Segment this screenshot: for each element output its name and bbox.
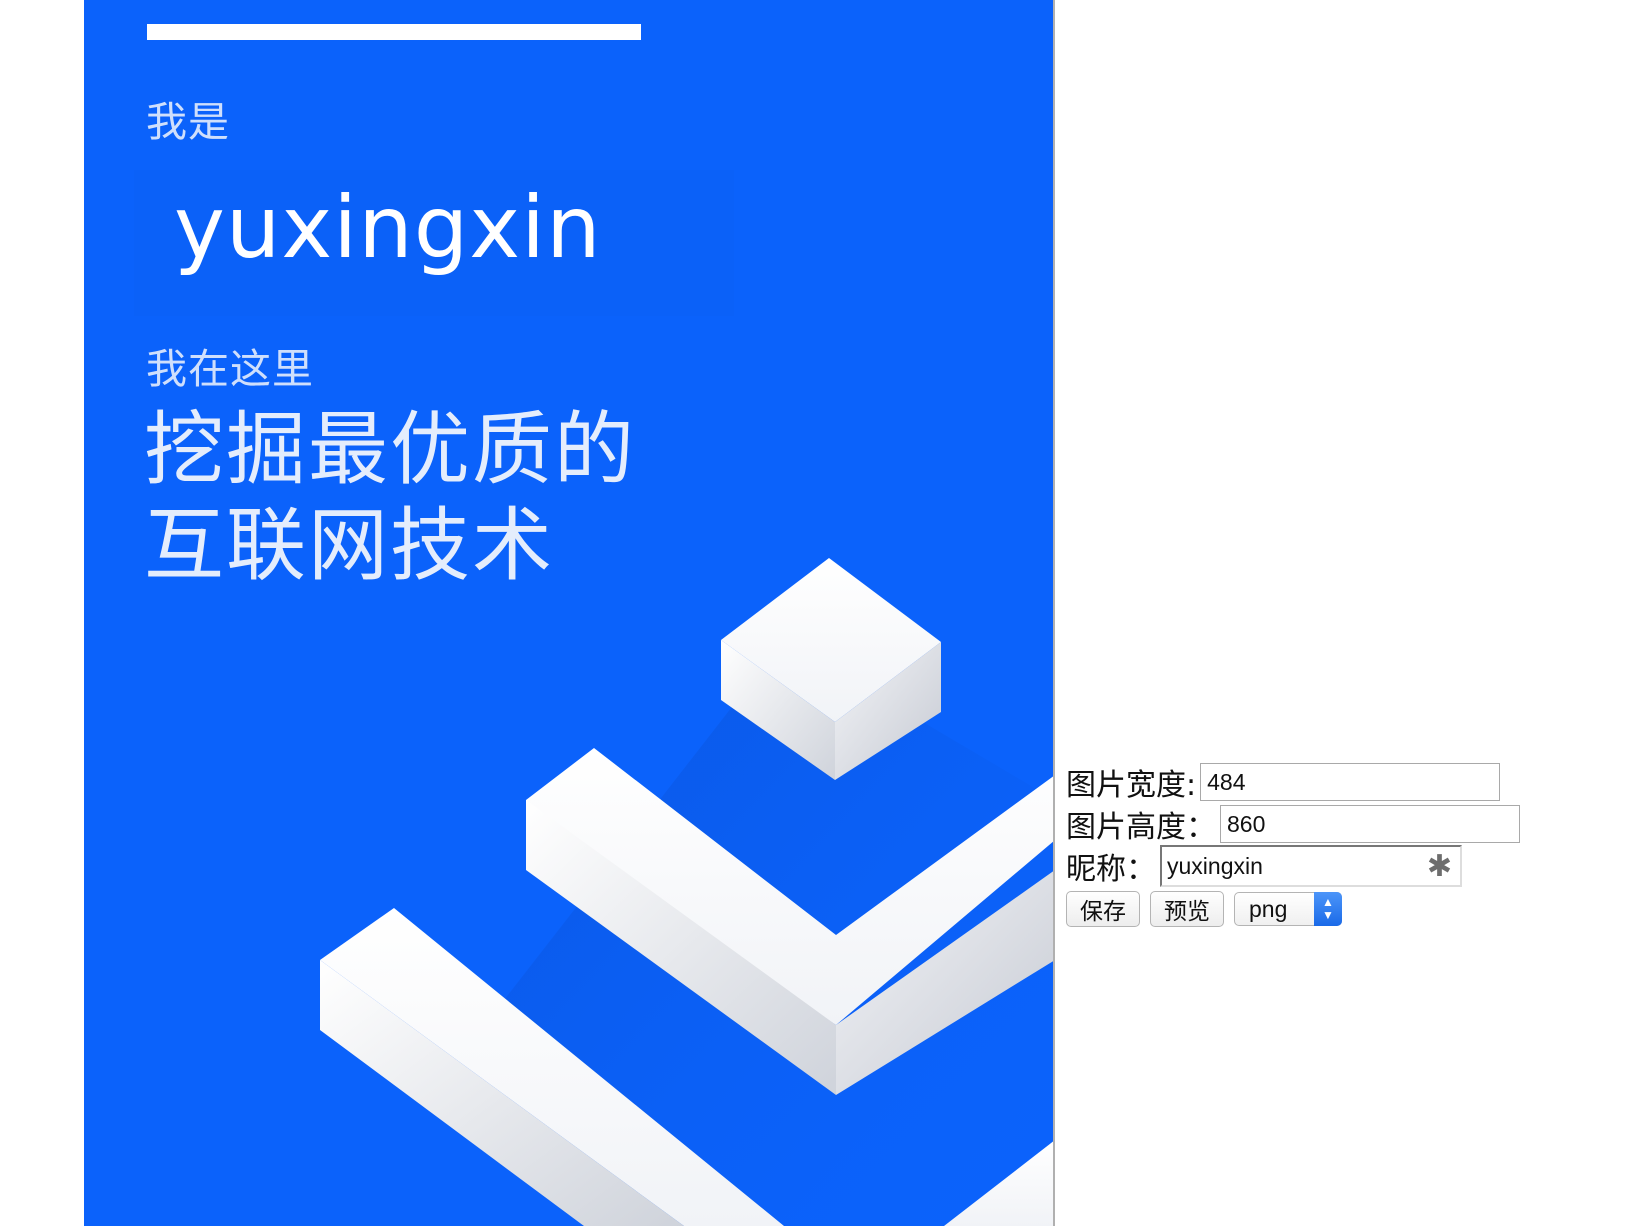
- poster-top-bar: [147, 24, 641, 40]
- page: 我是 yuxingxin 我在这里 挖掘最优质的 互联网技术 图片宽度: 图片高…: [0, 0, 1648, 1226]
- height-label: 图片高度：: [1066, 810, 1216, 845]
- preview-button[interactable]: 预览: [1150, 891, 1224, 927]
- poster-intro-label: 我是: [146, 98, 230, 146]
- asterisk-icon: ✱: [1426, 849, 1452, 884]
- width-row: 图片宽度:: [1066, 761, 1626, 803]
- nickname-row: 昵称： ✱: [1066, 845, 1626, 887]
- poster-location-label: 我在这里: [146, 345, 314, 393]
- width-input[interactable]: [1200, 763, 1501, 801]
- format-select[interactable]: png ▲ ▼: [1234, 892, 1342, 926]
- nickname-field[interactable]: ✱: [1160, 845, 1462, 887]
- poster-headline-line-2: 互联网技术: [144, 499, 554, 592]
- poster-canvas: 我是 yuxingxin 我在这里 挖掘最优质的 互联网技术: [84, 0, 1055, 1226]
- save-button[interactable]: 保存: [1066, 891, 1140, 927]
- action-row: 保存 预览 png ▲ ▼: [1066, 889, 1626, 929]
- format-selected-value: png: [1249, 895, 1288, 922]
- nickname-input[interactable]: [1162, 846, 1432, 886]
- width-label: 图片宽度:: [1066, 768, 1197, 803]
- select-arrows-icon: ▲ ▼: [1314, 892, 1342, 926]
- poster-headline: 挖掘最优质的 互联网技术: [144, 402, 704, 594]
- nickname-label: 昵称：: [1066, 852, 1156, 887]
- height-row: 图片高度：: [1066, 803, 1626, 845]
- poster-nickname: yuxingxin: [174, 178, 602, 278]
- poster-settings-form: 图片宽度: 图片高度： 昵称： ✱ 保存 预览 png ▲▼: [1066, 761, 1626, 929]
- height-input[interactable]: [1220, 805, 1520, 843]
- poster-headline-line-1: 挖掘最优质的: [144, 403, 636, 496]
